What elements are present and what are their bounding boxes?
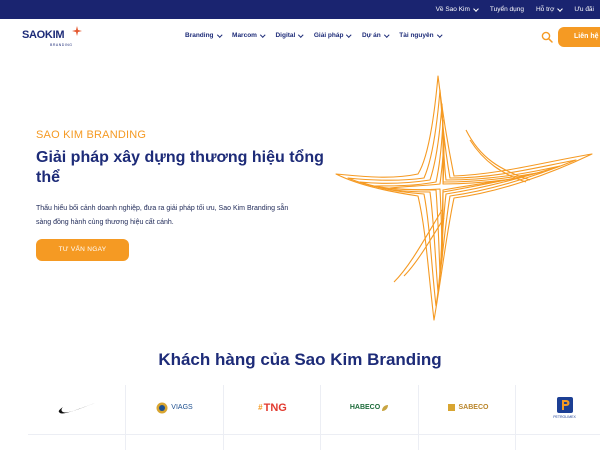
- grid-divider: [28, 434, 600, 435]
- topbar-support-label: Hỗ trợ: [535, 6, 555, 13]
- search-icon[interactable]: [541, 31, 553, 43]
- hero-eyebrow: SAO KIM BRANDING: [36, 129, 147, 141]
- logo-star-icon: [72, 26, 82, 36]
- chevron-down-icon: [216, 32, 222, 37]
- chevron-down-icon: [260, 32, 266, 37]
- chevron-down-icon: [436, 32, 442, 37]
- topbar-support-link[interactable]: Hỗ trợ: [535, 5, 564, 13]
- client-logo-sabeco: SABECO: [419, 385, 516, 430]
- topbar-offers-link[interactable]: Ưu đãi: [574, 6, 594, 13]
- nav-resources-label: Tài nguyên: [399, 32, 434, 39]
- client-logo-petrolimex: PETROLIMEX: [516, 385, 600, 430]
- tng-wordmark: # TNG: [258, 401, 287, 414]
- topbar-about-label: Về Sao Kim: [435, 6, 470, 13]
- client-logo-viags: VIAGS: [126, 385, 223, 430]
- client-logo-grid: VIAGS # TNG HABECO SABECO PETROLIMEX: [28, 385, 600, 450]
- main-header: SAOKIM BRANDING Branding Marcom Digital …: [0, 19, 600, 55]
- contact-button[interactable]: Liên hệ: [558, 27, 600, 47]
- top-utility-bar: Về Sao Kim Tuyển dụng Hỗ trợ Ưu đãi: [0, 0, 600, 19]
- topbar-about-link[interactable]: Về Sao Kim: [435, 5, 479, 13]
- client-logo-nike: [28, 385, 125, 430]
- habeco-wordmark: HABECO: [349, 404, 381, 411]
- nav-solutions-label: Giải pháp: [313, 32, 344, 39]
- nav-resources[interactable]: Tài nguyên: [399, 32, 442, 39]
- client-logo-habeco: HABECO: [321, 385, 418, 430]
- chevron-down-icon: [384, 32, 389, 37]
- client-logo-tng: # TNG: [224, 385, 321, 430]
- nav-marcom[interactable]: Marcom: [232, 32, 266, 39]
- nav-projects-label: Dự án: [361, 32, 381, 39]
- nav-digital-label: Digital: [275, 32, 296, 39]
- nav-branding-label: Branding: [185, 32, 214, 39]
- clients-title: Khách hàng của Sao Kim Branding: [158, 350, 442, 369]
- petrolimex-p-icon: [556, 396, 573, 413]
- nav-projects[interactable]: Dự án: [361, 32, 389, 39]
- chevron-down-icon: [346, 32, 352, 37]
- topbar-careers-link[interactable]: Tuyển dụng: [490, 6, 524, 13]
- nike-swoosh-icon: [58, 402, 95, 413]
- hero-description: Thấu hiểu bối cảnh doanh nghiệp, đưa ra …: [36, 205, 289, 226]
- viags-wordmark: VIAGS: [171, 404, 193, 411]
- nav-marcom-label: Marcom: [232, 32, 257, 39]
- logo-wordmark: SAOKIM: [22, 29, 65, 41]
- hero-title: Giải pháp xây dựng thương hiệu tổng thể: [36, 149, 324, 186]
- saokim-logo[interactable]: SAOKIM BRANDING: [22, 26, 82, 50]
- nav-digital[interactable]: Digital: [275, 32, 304, 39]
- viags-emblem-icon: [156, 402, 168, 413]
- petrolimex-wordmark: PETROLIMEX: [553, 414, 576, 419]
- nav-branding[interactable]: Branding: [185, 32, 222, 39]
- topbar-careers-label: Tuyển dụng: [489, 6, 524, 13]
- main-nav: Branding Marcom Digital Giải pháp Dự án …: [185, 32, 452, 39]
- chevron-down-icon: [557, 5, 564, 12]
- sabeco-emblem-icon: [447, 404, 455, 411]
- star-illustration: [335, 75, 593, 321]
- habeco-leaf-icon: [382, 404, 389, 411]
- consult-now-button[interactable]: TƯ VẤN NGAY: [36, 239, 129, 261]
- chevron-down-icon: [473, 5, 479, 12]
- tng-label: TNG: [263, 401, 287, 414]
- logo-subtitle: BRANDING: [50, 43, 73, 47]
- topbar-offers-label: Ưu đãi: [574, 6, 594, 13]
- nav-solutions[interactable]: Giải pháp: [313, 32, 352, 39]
- sabeco-wordmark: SABECO: [458, 404, 489, 411]
- chevron-down-icon: [298, 32, 304, 37]
